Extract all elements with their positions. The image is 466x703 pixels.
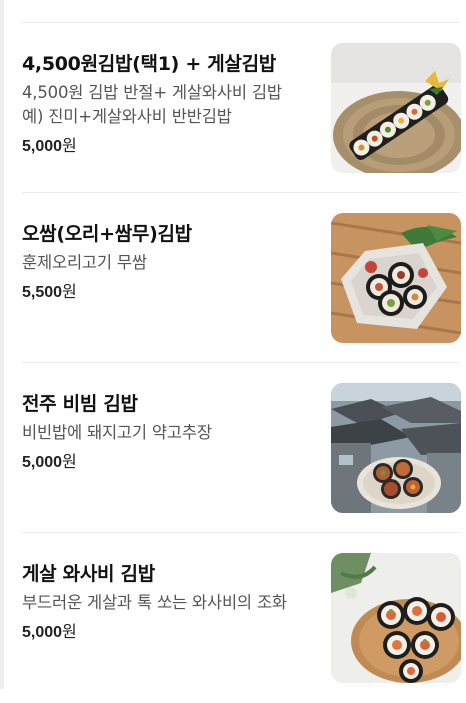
price-currency: 원 (62, 282, 77, 301)
left-divider (0, 0, 4, 689)
menu-item[interactable]: 전주 비빔 김밥 비빈밥에 돼지고기 약고추장 5,000원 (22, 363, 461, 533)
menu-list: 4,500원김밥(택1) + 게살김밥 4,500원 김밥 반절+ 게살와사비 … (22, 22, 461, 703)
price-value: 5,000 (22, 624, 63, 641)
duck-ssam-kimbap-photo[interactable] (331, 213, 461, 343)
price-currency: 원 (62, 136, 77, 155)
jeonju-hanok-kimbap-photo[interactable] (331, 383, 461, 513)
menu-item-description: 부드러운 게살과 톡 쏘는 와사비의 조화 (22, 593, 287, 612)
menu-item-price: 5,000원 (22, 621, 307, 644)
price-currency: 원 (62, 452, 77, 471)
menu-item-description: 4,500원 김밥 반절+ 게살와사비 김밥 예) 진미+게살와사비 반반김밥 (22, 83, 282, 126)
duck-kimbap-image (331, 213, 461, 343)
menu-item-name: 전주 비빔 김밥 (22, 393, 138, 415)
menu-item-price: 5,000원 (22, 135, 307, 158)
menu-item-description: 훈제오리고기 무쌈 (22, 253, 147, 272)
menu-item-text: 전주 비빔 김밥 비빈밥에 돼지고기 약고추장 5,000원 (22, 391, 307, 474)
menu-item-name: 오쌈(오리+쌈무)김밥 (22, 223, 192, 245)
menu-item-text: 게살 와사비 김밥 부드러운 게살과 톡 쏘는 와사비의 조화 5,000원 (22, 561, 307, 644)
menu-item-text: 오쌈(오리+쌈무)김밥 훈제오리고기 무쌈 5,500원 (22, 221, 307, 304)
price-value: 5,000 (22, 138, 63, 155)
price-value: 5,500 (22, 284, 63, 301)
menu-item-name: 게살 와사비 김밥 (22, 563, 155, 585)
menu-item-price: 5,000원 (22, 451, 307, 474)
menu-item-description: 비빈밥에 돼지고기 약고추장 (22, 423, 212, 442)
menu-item-price: 5,500원 (22, 281, 307, 304)
crab-wasabi-kimbap-photo[interactable] (331, 553, 461, 683)
crab-kimbap-image (331, 553, 461, 683)
menu-item-name: 4,500원김밥(택1) + 게살김밥 (22, 53, 276, 75)
hanok-kimbap-image (331, 383, 461, 513)
menu-item[interactable]: 게살 와사비 김밥 부드러운 게살과 톡 쏘는 와사비의 조화 5,000원 (22, 533, 461, 703)
kimbap-on-woven-plate-photo[interactable] (331, 43, 461, 173)
price-value: 5,000 (22, 454, 63, 471)
menu-item[interactable]: 오쌈(오리+쌈무)김밥 훈제오리고기 무쌈 5,500원 (22, 193, 461, 363)
price-currency: 원 (62, 622, 77, 641)
menu-item[interactable]: 4,500원김밥(택1) + 게살김밥 4,500원 김밥 반절+ 게살와사비 … (22, 23, 461, 193)
menu-item-text: 4,500원김밥(택1) + 게살김밥 4,500원 김밥 반절+ 게살와사비 … (22, 51, 307, 158)
kimbap-plate-image (331, 43, 461, 173)
